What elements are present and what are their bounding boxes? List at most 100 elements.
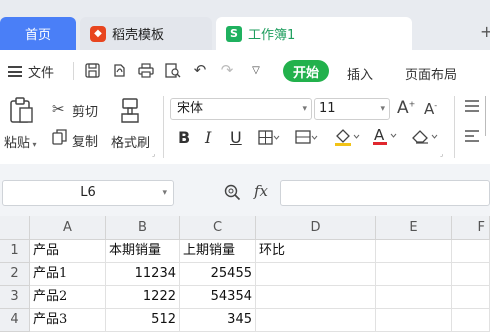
column-header[interactable]: A bbox=[30, 216, 106, 240]
font-size-dropdown-icon: ▾ bbox=[380, 104, 385, 114]
tab-home-label: 首页 bbox=[24, 28, 51, 43]
cell[interactable]: 11234 bbox=[106, 263, 180, 286]
svg-text:A: A bbox=[374, 126, 385, 144]
docer-logo-icon: ◆ bbox=[90, 25, 106, 42]
column-header[interactable]: E bbox=[376, 216, 452, 240]
cell[interactable] bbox=[256, 309, 376, 332]
underline-icon[interactable]: U bbox=[230, 128, 242, 147]
cell[interactable] bbox=[452, 263, 490, 286]
name-box[interactable]: L6 ▾ bbox=[2, 180, 174, 206]
formula-input[interactable] bbox=[280, 180, 490, 206]
menu-start[interactable]: 开始 bbox=[283, 60, 329, 82]
cell[interactable]: 54354 bbox=[180, 286, 256, 309]
row-header[interactable]: 2 bbox=[0, 263, 30, 286]
row-header[interactable]: 1 bbox=[0, 240, 30, 263]
cell[interactable] bbox=[376, 286, 452, 309]
export-pdf-icon[interactable] bbox=[110, 61, 128, 79]
print-icon[interactable] bbox=[137, 61, 155, 79]
paste-dropdown-icon: ▾ bbox=[30, 140, 37, 149]
name-box-value: L6 bbox=[80, 185, 96, 200]
cell-style-icon[interactable] bbox=[295, 130, 319, 149]
cell[interactable] bbox=[256, 263, 376, 286]
paste-label: 粘贴 bbox=[4, 136, 31, 151]
clipboard-group-launcher-icon[interactable]: ⌟ bbox=[152, 150, 155, 158]
cell[interactable]: 345 bbox=[180, 309, 256, 332]
borders-icon[interactable] bbox=[258, 130, 280, 149]
cell[interactable]: 25455 bbox=[180, 263, 256, 286]
print-preview-icon[interactable] bbox=[164, 61, 182, 79]
zoom-search-icon[interactable] bbox=[224, 184, 241, 205]
new-tab-icon[interactable]: + bbox=[480, 22, 490, 41]
align-top-icon[interactable] bbox=[464, 100, 480, 116]
format-painter-icon[interactable] bbox=[118, 96, 146, 128]
cell[interactable]: 1222 bbox=[106, 286, 180, 309]
file-menu-label: 文件 bbox=[28, 66, 55, 81]
font-name-value: 宋体 bbox=[177, 101, 204, 116]
spreadsheet-grid: A B C D E F 1 产品 本期销量 上期销量 环比 2 产品1 1123… bbox=[0, 216, 490, 335]
hamburger-icon bbox=[8, 66, 22, 77]
cell[interactable]: 产品1 bbox=[30, 263, 106, 286]
tab-workbook[interactable]: S 工作簿1 bbox=[216, 17, 412, 50]
cell[interactable]: 上期销量 bbox=[180, 240, 256, 263]
column-header[interactable]: D bbox=[256, 216, 376, 240]
fill-color-icon[interactable] bbox=[333, 128, 361, 151]
redo-icon[interactable]: ↷ bbox=[218, 61, 236, 79]
tab-docer-templates[interactable]: ◆ 稻壳模板 bbox=[80, 17, 212, 50]
format-painter-button[interactable]: 格式刷 bbox=[111, 132, 150, 151]
file-menu-button[interactable]: 文件 bbox=[8, 62, 54, 81]
font-color-icon[interactable]: A bbox=[372, 126, 400, 151]
cell[interactable]: 产品3 bbox=[30, 309, 106, 332]
quick-access-more-icon[interactable]: ▽ bbox=[247, 61, 265, 79]
font-name-select[interactable]: 宋体 ▾ bbox=[170, 98, 312, 120]
cell[interactable]: 环比 bbox=[256, 240, 376, 263]
cell[interactable] bbox=[376, 263, 452, 286]
column-header[interactable]: B bbox=[106, 216, 180, 240]
save-icon[interactable] bbox=[83, 61, 101, 79]
copy-button[interactable]: 复制 bbox=[72, 131, 98, 150]
cell[interactable] bbox=[256, 286, 376, 309]
bold-icon[interactable]: B bbox=[178, 128, 190, 147]
cut-button[interactable]: 剪切 bbox=[72, 101, 98, 120]
row-header[interactable]: 3 bbox=[0, 286, 30, 309]
copy-icon bbox=[52, 129, 67, 149]
cell[interactable]: 产品2 bbox=[30, 286, 106, 309]
align-left-icon[interactable] bbox=[464, 130, 480, 146]
italic-icon[interactable]: I bbox=[205, 128, 211, 147]
cell[interactable] bbox=[452, 309, 490, 332]
row-header[interactable]: 4 bbox=[0, 309, 30, 332]
menu-divider bbox=[73, 62, 74, 80]
cell[interactable] bbox=[376, 309, 452, 332]
increase-font-size-icon[interactable]: A+ bbox=[397, 98, 415, 118]
cell[interactable]: 512 bbox=[106, 309, 180, 332]
font-size-select[interactable]: 11 ▾ bbox=[314, 98, 390, 120]
cell[interactable] bbox=[376, 240, 452, 263]
cell[interactable] bbox=[452, 286, 490, 309]
formula-bar-area: L6 ▾ fx bbox=[0, 164, 490, 216]
undo-icon[interactable]: ↶ bbox=[191, 61, 209, 79]
insert-function-icon[interactable]: fx bbox=[254, 182, 268, 200]
cell[interactable]: 产品 bbox=[30, 240, 106, 263]
column-header[interactable]: F bbox=[452, 216, 490, 240]
ribbon: 粘贴 ▾ ✂ 剪切 复制 格式刷 ⌟ 宋体 ▾ 11 ▾ A+ A- B I U… bbox=[0, 92, 490, 164]
ribbon-divider bbox=[163, 96, 164, 158]
tab-docer-label: 稻壳模板 bbox=[112, 28, 165, 43]
menu-insert[interactable]: 插入 bbox=[347, 64, 373, 83]
cell[interactable]: 本期销量 bbox=[106, 240, 180, 263]
font-size-value: 11 bbox=[319, 101, 336, 116]
menu-page-layout[interactable]: 页面布局 bbox=[405, 64, 457, 83]
font-name-dropdown-icon: ▾ bbox=[302, 104, 307, 114]
menu-start-label: 开始 bbox=[292, 65, 319, 81]
cell[interactable] bbox=[452, 240, 490, 263]
name-box-dropdown-icon: ▾ bbox=[162, 188, 167, 198]
select-all-corner[interactable] bbox=[0, 216, 30, 240]
spreadsheet-logo-icon: S bbox=[226, 25, 242, 42]
scissors-icon: ✂ bbox=[52, 100, 65, 118]
font-group-launcher-icon[interactable]: ⌟ bbox=[440, 150, 443, 158]
paste-icon[interactable] bbox=[8, 96, 34, 128]
clear-format-icon[interactable] bbox=[410, 128, 440, 149]
decrease-font-size-icon[interactable]: A- bbox=[424, 100, 437, 118]
paste-button[interactable]: 粘贴 ▾ bbox=[4, 132, 37, 151]
column-header[interactable]: C bbox=[180, 216, 256, 240]
menu-bar: 文件 ↶ ↷ ▽ 开始 插入 页面布局 bbox=[0, 50, 490, 92]
tab-home[interactable]: 首页 bbox=[0, 17, 76, 50]
